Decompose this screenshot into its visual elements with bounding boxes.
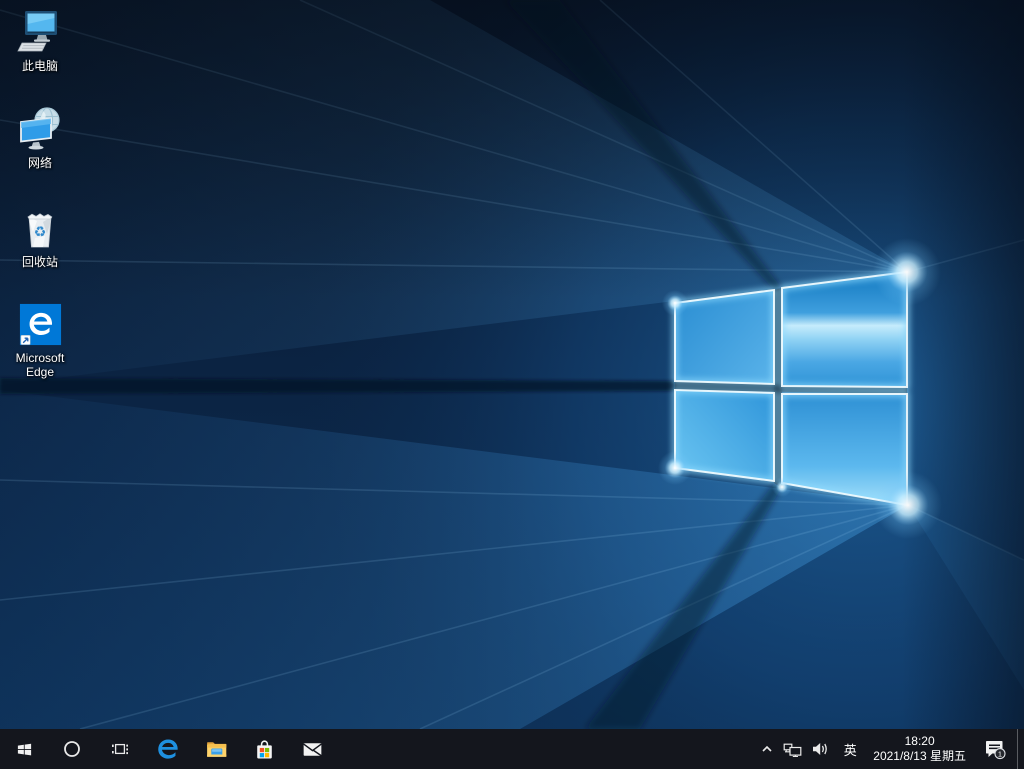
ime-language-indicator[interactable]: 英: [834, 729, 866, 769]
file-explorer-button[interactable]: [192, 729, 240, 769]
desktop-icon-label: 网络: [27, 156, 52, 170]
microsoft-store-button[interactable]: [240, 729, 288, 769]
windows-hero-wallpaper: [0, 0, 1024, 729]
desktop-icon-label: 回收站: [21, 255, 58, 269]
desktop: 此电脑 网络 ♻ 回收站 Microsoft Edge: [0, 0, 1024, 729]
desktop-icon-network[interactable]: 网络: [1, 105, 79, 170]
network-tray-button[interactable]: [779, 729, 807, 769]
desktop-icon-this-pc[interactable]: 此电脑: [1, 8, 79, 73]
system-tray: 英 18:20 2021/8/13 星期五 1: [755, 729, 1024, 769]
action-center-icon: 1: [986, 741, 1006, 760]
action-center-button[interactable]: 1: [973, 729, 1017, 769]
cortana-search-button[interactable]: [48, 729, 96, 769]
start-button[interactable]: [0, 729, 48, 769]
desktop-icon-label: Microsoft Edge: [15, 351, 65, 379]
speaker-icon: [813, 743, 828, 755]
recycle-bin-icon: ♻: [27, 213, 53, 248]
file-explorer-icon: [206, 741, 226, 757]
notification-badge: 1: [998, 749, 1002, 758]
windows-logo-icon: [17, 743, 31, 755]
svg-text:♻: ♻: [34, 224, 47, 240]
show-desktop-button[interactable]: [1017, 729, 1024, 769]
taskbar-empty-area: [336, 729, 755, 769]
volume-tray-button[interactable]: [807, 729, 834, 769]
microsoft-store-icon: [256, 739, 272, 758]
ime-label: 英: [843, 742, 857, 758]
chevron-up-icon: [762, 745, 772, 752]
show-hidden-icons-button[interactable]: [755, 729, 779, 769]
mail-button[interactable]: [288, 729, 336, 769]
edge-taskbar-button[interactable]: [144, 729, 192, 769]
mail-icon: [302, 742, 322, 756]
taskbar-clock[interactable]: 18:20 2021/8/13 星期五: [866, 729, 973, 769]
task-view-icon: [112, 743, 128, 755]
cortana-circle-icon: [64, 741, 80, 757]
clock-date: 2021/8/13 星期五: [873, 749, 966, 763]
ethernet-network-icon: [783, 743, 802, 757]
taskbar: 英 18:20 2021/8/13 星期五 1: [0, 729, 1024, 769]
this-pc-icon: [17, 11, 57, 52]
edge-icon: [158, 739, 178, 759]
network-icon: [20, 107, 60, 150]
edge-shortcut-icon: [19, 303, 61, 346]
desktop-icon-recycle-bin[interactable]: ♻ 回收站: [1, 204, 79, 269]
desktop-icon-microsoft-edge[interactable]: Microsoft Edge: [1, 301, 79, 379]
clock-time: 18:20: [904, 734, 935, 748]
task-view-button[interactable]: [96, 729, 144, 769]
desktop-icon-label: 此电脑: [21, 59, 58, 73]
